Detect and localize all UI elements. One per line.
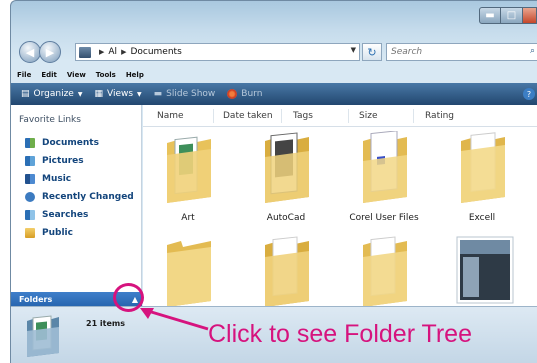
- link-searches-label: Searches: [42, 210, 89, 220]
- screenshot-thumbnail-icon: [456, 236, 514, 304]
- link-pictures-label: Pictures: [42, 156, 84, 166]
- link-music-label: Music: [42, 174, 72, 184]
- folder-thumb-corel[interactable]: [357, 130, 413, 208]
- folder-thumb-excell[interactable]: [455, 131, 511, 208]
- address-dropdown-icon[interactable]: ▼: [351, 46, 356, 54]
- close-button[interactable]: [523, 7, 537, 24]
- breadcrumb-separator-icon: ▶: [99, 48, 105, 56]
- folder-thumb[interactable]: [259, 235, 315, 306]
- item-label[interactable]: Corel User Files: [339, 213, 429, 223]
- search-box[interactable]: ⌕: [386, 43, 537, 61]
- minimize-button[interactable]: ▬: [479, 7, 501, 24]
- link-pictures[interactable]: Pictures: [25, 156, 84, 166]
- column-tags[interactable]: Tags: [293, 111, 313, 121]
- item-count: 21 items: [86, 319, 126, 328]
- menu-help[interactable]: Help: [126, 71, 144, 79]
- folder-thumb[interactable]: [357, 235, 413, 306]
- link-documents-label: Documents: [42, 138, 99, 148]
- link-documents[interactable]: Documents: [25, 138, 99, 148]
- folders-label: Folders: [19, 294, 53, 304]
- column-divider[interactable]: [213, 109, 214, 123]
- column-header: Name Date taken Tags Size Rating: [143, 105, 537, 127]
- burn-button[interactable]: Burn: [227, 89, 262, 99]
- command-bar: ▤ Organize ▼ ▦ Views ▼ ▬ Slide Show Burn…: [11, 83, 537, 105]
- back-button[interactable]: ◀: [19, 41, 41, 63]
- link-public[interactable]: Public: [25, 228, 73, 238]
- breadcrumb-al[interactable]: Al: [108, 47, 117, 57]
- link-recently-changed-label: Recently Changed: [42, 192, 134, 202]
- explorer-window: ▬ □ ◀ ▶ ▶ Al ▶ Documents ▼ ↻ ⌕ File Edit…: [10, 0, 537, 363]
- refresh-icon: ↻: [367, 45, 377, 59]
- views-icon: ▦: [94, 89, 103, 99]
- pictures-icon: [25, 156, 35, 166]
- favorite-links-title: Favorite Links: [19, 115, 81, 125]
- searches-icon: [25, 210, 35, 220]
- burn-label: Burn: [241, 89, 263, 99]
- menu-edit[interactable]: Edit: [41, 71, 57, 79]
- address-bar[interactable]: ▶ Al ▶ Documents ▼: [75, 43, 360, 61]
- column-divider[interactable]: [281, 109, 282, 123]
- menu-file[interactable]: File: [17, 71, 31, 79]
- annotation-text: Click to see Folder Tree: [208, 320, 472, 348]
- link-music[interactable]: Music: [25, 174, 71, 184]
- music-icon: [25, 174, 35, 184]
- column-divider[interactable]: [348, 109, 349, 123]
- file-list: Name Date taken Tags Size Rating Art Aut…: [143, 105, 537, 306]
- menu-tools[interactable]: Tools: [96, 71, 116, 79]
- folder-icon: [461, 132, 505, 203]
- menu-view[interactable]: View: [67, 71, 86, 79]
- breadcrumb-separator-icon: ▶: [121, 48, 127, 56]
- navigation-pane: Favorite Links Documents Pictures Music …: [11, 105, 142, 292]
- item-label[interactable]: AutoCad: [241, 213, 331, 223]
- slideshow-icon: ▬: [153, 89, 163, 99]
- views-label: Views: [106, 89, 134, 99]
- folder-icon: [363, 130, 407, 203]
- column-name[interactable]: Name: [157, 111, 184, 121]
- help-icon[interactable]: ?: [523, 88, 535, 100]
- folder-icon: [265, 132, 309, 203]
- chevron-down-icon: ▼: [77, 90, 83, 98]
- folder-thumb-art[interactable]: [161, 133, 217, 208]
- folder-icon: [167, 241, 211, 306]
- slideshow-label: Slide Show: [166, 89, 216, 99]
- annotation-arrow-icon: [140, 308, 209, 331]
- caption-buttons: ▬ □: [479, 7, 537, 24]
- documents-icon: [25, 138, 35, 148]
- public-icon: [25, 228, 35, 238]
- folder-location-icon: [79, 46, 91, 58]
- chevron-down-icon: ▼: [137, 90, 142, 98]
- folder-icon: [27, 315, 59, 357]
- menu-bar: File Edit View Tools Help: [11, 68, 537, 82]
- link-public-label: Public: [42, 228, 73, 238]
- search-icon[interactable]: ⌕: [530, 46, 535, 56]
- link-searches[interactable]: Searches: [25, 210, 88, 220]
- folder-thumb-autocad[interactable]: [259, 131, 315, 208]
- organize-button[interactable]: ▤ Organize ▼: [21, 89, 82, 99]
- folder-thumb[interactable]: [161, 235, 217, 306]
- slideshow-button[interactable]: ▬ Slide Show: [154, 89, 216, 99]
- burn-icon: [227, 89, 238, 99]
- folder-icon: [363, 236, 407, 306]
- item-label[interactable]: Excell: [437, 213, 527, 223]
- column-date-taken[interactable]: Date taken: [223, 111, 273, 121]
- refresh-button[interactable]: ↻: [362, 43, 382, 61]
- link-recently-changed[interactable]: Recently Changed: [25, 192, 134, 202]
- views-button[interactable]: ▦ Views ▼: [94, 89, 141, 99]
- column-size[interactable]: Size: [359, 111, 377, 121]
- recently-changed-icon: [25, 192, 35, 202]
- column-divider[interactable]: [413, 109, 414, 123]
- folder-icon: [167, 136, 211, 203]
- organize-label: Organize: [33, 89, 74, 99]
- maximize-button[interactable]: □: [501, 7, 523, 24]
- breadcrumb-documents[interactable]: Documents: [130, 47, 181, 57]
- organize-icon: ▤: [21, 89, 30, 99]
- forward-button[interactable]: ▶: [39, 41, 61, 63]
- navigation-row: ◀ ▶ ▶ Al ▶ Documents ▼ ↻ ⌕: [19, 41, 537, 63]
- image-thumb[interactable]: [455, 235, 515, 306]
- folder-icon: [265, 236, 309, 306]
- search-input[interactable]: [391, 47, 521, 57]
- item-label[interactable]: Art: [143, 213, 233, 223]
- column-rating[interactable]: Rating: [425, 111, 454, 121]
